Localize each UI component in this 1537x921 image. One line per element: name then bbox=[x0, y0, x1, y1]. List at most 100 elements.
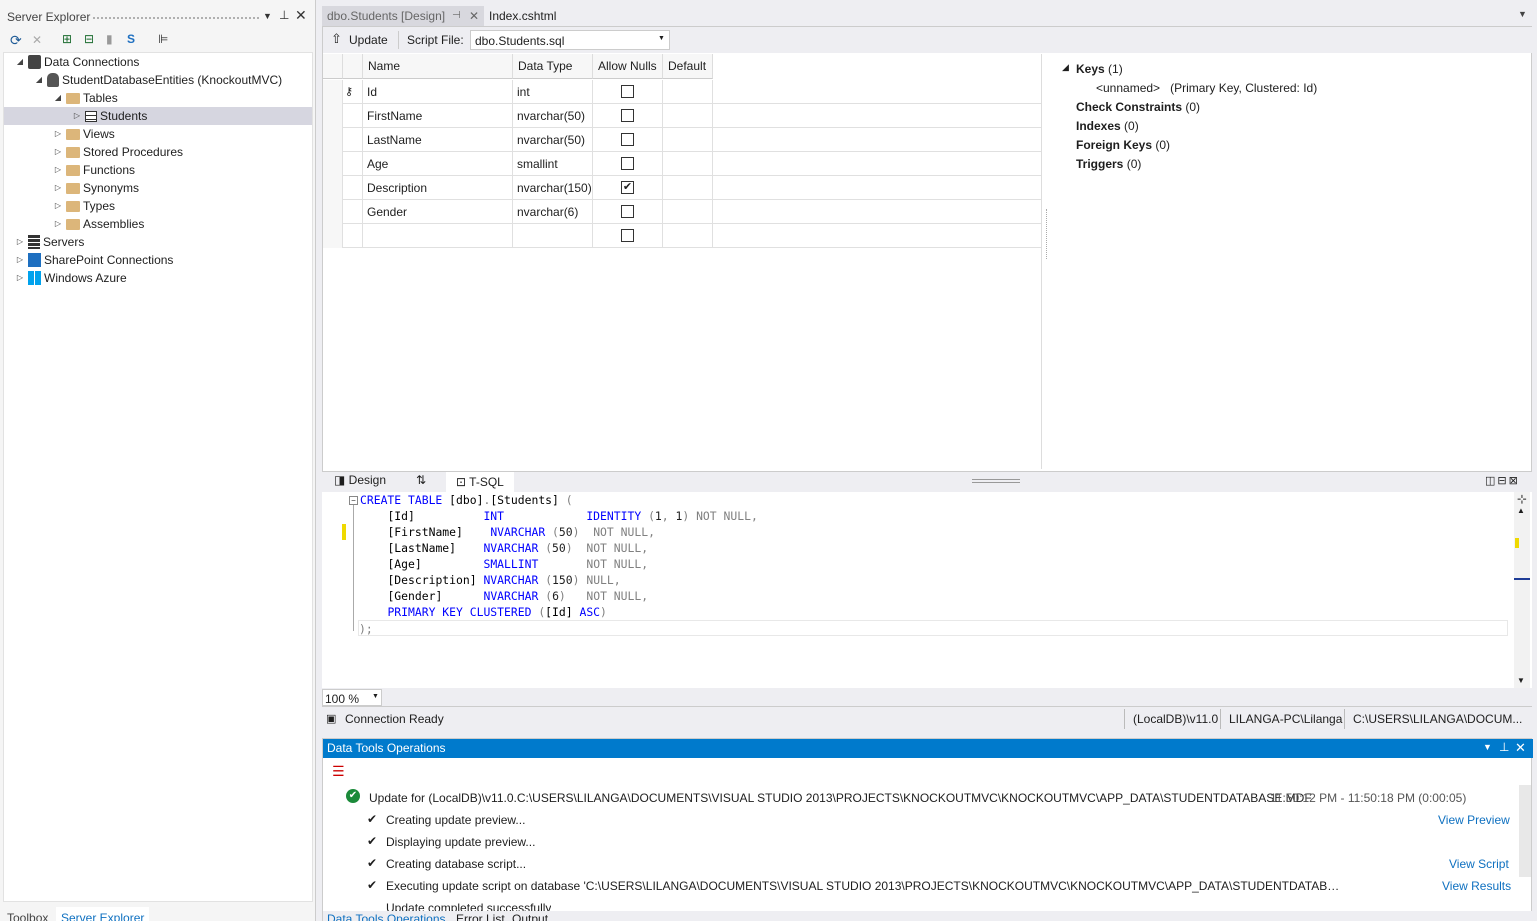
close-icon[interactable]: ✕ bbox=[295, 7, 307, 23]
allow-nulls-checkbox[interactable] bbox=[621, 109, 634, 122]
zoom-select[interactable]: 100 % ▼ bbox=[322, 689, 382, 706]
vertical-scrollbar[interactable]: ⊹ ▲ ▼ bbox=[1514, 492, 1530, 688]
column-name-cell[interactable] bbox=[363, 224, 513, 248]
splitter-grip[interactable] bbox=[1046, 209, 1048, 259]
chevron-down-icon[interactable]: ▼ bbox=[658, 35, 665, 42]
tab-design[interactable]: ◨ Design bbox=[334, 473, 386, 487]
row-selector[interactable] bbox=[323, 152, 343, 176]
default-cell[interactable] bbox=[663, 152, 713, 176]
tree-node-servers[interactable]: ▷ Servers bbox=[14, 233, 84, 251]
data-type-cell[interactable]: int bbox=[513, 80, 593, 104]
scroll-up-icon[interactable]: ▲ bbox=[1517, 506, 1525, 515]
tree-node-stored-procedures[interactable]: ▷ Stored Procedures bbox=[52, 143, 183, 161]
tree-node-student-database[interactable]: ◢ StudentDatabaseEntities (KnockoutMVC) bbox=[33, 71, 303, 89]
column-header[interactable]: Name bbox=[363, 54, 513, 79]
properties-icon[interactable]: ⊫ bbox=[158, 31, 168, 47]
drag-grip[interactable] bbox=[92, 16, 260, 21]
table-row[interactable]: Age smallint bbox=[323, 152, 1041, 176]
connect-server-icon[interactable]: ⊟ bbox=[84, 31, 94, 47]
pane-splitter[interactable] bbox=[972, 479, 1020, 483]
tree-node-synonyms[interactable]: ▷ Synonyms bbox=[52, 179, 139, 197]
table-row[interactable] bbox=[323, 224, 1041, 248]
view-results-link[interactable]: View Results bbox=[1442, 879, 1511, 893]
tab-dropdown-icon[interactable]: ▼ bbox=[1518, 9, 1527, 19]
close-icon[interactable]: ✕ bbox=[1515, 740, 1526, 756]
allow-nulls-checkbox[interactable] bbox=[621, 205, 634, 218]
default-cell[interactable] bbox=[663, 104, 713, 128]
filter-icon[interactable]: ▮ bbox=[106, 31, 113, 47]
script-file-select[interactable]: dbo.Students.sql ▼ bbox=[470, 30, 670, 50]
connect-database-icon[interactable]: ⊞ bbox=[62, 31, 72, 47]
indexes-label[interactable]: Indexes bbox=[1076, 119, 1121, 133]
swap-panes-icon[interactable]: ⇅ bbox=[416, 473, 426, 487]
tab-index-cshtml[interactable]: Index.cshtml bbox=[484, 6, 561, 26]
tree-node-views[interactable]: ▷ Views bbox=[52, 125, 115, 143]
check-constraints-label[interactable]: Check Constraints bbox=[1076, 100, 1182, 114]
data-type-cell[interactable]: smallint bbox=[513, 152, 593, 176]
column-name-cell[interactable]: Gender bbox=[363, 200, 513, 224]
allow-nulls-checkbox[interactable]: ✔ bbox=[621, 181, 634, 194]
column-name-cell[interactable]: Age bbox=[363, 152, 513, 176]
row-selector[interactable] bbox=[323, 176, 343, 200]
data-type-cell[interactable] bbox=[513, 224, 593, 248]
collapse-icon[interactable]: ◢ bbox=[52, 89, 64, 107]
pane-layout-icons[interactable]: ◫⊟⊠ bbox=[1485, 474, 1520, 487]
tree-node-data-connections[interactable]: ◢ Data Connections bbox=[14, 53, 304, 71]
expand-icon[interactable]: ▷ bbox=[14, 251, 26, 269]
update-button[interactable]: Update bbox=[349, 33, 388, 47]
pin-icon[interactable]: ⊥ bbox=[1499, 740, 1509, 754]
row-selector[interactable] bbox=[323, 104, 343, 128]
tab-toolbox[interactable]: Toolbox bbox=[7, 911, 48, 921]
split-icon[interactable]: ⊹ bbox=[1517, 492, 1527, 506]
table-row[interactable]: ⚷ Id int bbox=[323, 80, 1041, 104]
key-unnamed[interactable]: <unnamed> bbox=[1096, 81, 1160, 95]
tsql-editor[interactable]: − CREATE TABLE [dbo].[Students] ( [Id] I… bbox=[322, 492, 1532, 688]
pin-icon[interactable]: ⊥ bbox=[279, 7, 289, 23]
tree-node-assemblies[interactable]: ▷ Assemblies bbox=[52, 215, 144, 233]
allow-nulls-checkbox[interactable] bbox=[621, 133, 634, 146]
column-name-cell[interactable]: FirstName bbox=[363, 104, 513, 128]
vertical-scrollbar[interactable] bbox=[1519, 785, 1531, 877]
column-name-cell[interactable]: Id bbox=[363, 80, 513, 104]
data-type-cell[interactable]: nvarchar(6) bbox=[513, 200, 593, 224]
column-header[interactable]: Allow Nulls bbox=[593, 54, 663, 79]
view-script-link[interactable]: View Script bbox=[1449, 857, 1509, 871]
table-row[interactable]: Description nvarchar(150) ✔ bbox=[323, 176, 1041, 200]
tree-node-types[interactable]: ▷ Types bbox=[52, 197, 115, 215]
sharepoint-icon[interactable]: S bbox=[127, 31, 135, 47]
expand-icon[interactable]: ▷ bbox=[52, 197, 64, 215]
tree-node-sharepoint[interactable]: ▷ SharePoint Connections bbox=[14, 251, 173, 269]
clear-list-icon[interactable]: ☰ bbox=[332, 763, 345, 780]
expand-icon[interactable]: ▷ bbox=[14, 269, 26, 287]
column-name-cell[interactable]: Description bbox=[363, 176, 513, 200]
data-type-cell[interactable]: nvarchar(150) bbox=[513, 176, 593, 200]
column-header[interactable]: Data Type bbox=[513, 54, 593, 79]
row-selector[interactable] bbox=[323, 200, 343, 224]
data-type-cell[interactable]: nvarchar(50) bbox=[513, 128, 593, 152]
collapse-icon[interactable]: ◢ bbox=[33, 71, 45, 89]
table-row[interactable]: FirstName nvarchar(50) bbox=[323, 104, 1041, 128]
collapse-region-icon[interactable]: − bbox=[349, 496, 358, 505]
expand-icon[interactable]: ▷ bbox=[52, 125, 64, 143]
default-cell[interactable] bbox=[663, 176, 713, 200]
default-cell[interactable] bbox=[663, 80, 713, 104]
table-row[interactable]: Gender nvarchar(6) bbox=[323, 200, 1041, 224]
foreign-keys-label[interactable]: Foreign Keys bbox=[1076, 138, 1152, 152]
data-type-cell[interactable]: nvarchar(50) bbox=[513, 104, 593, 128]
expand-icon[interactable]: ▷ bbox=[52, 143, 64, 161]
refresh-icon[interactable]: ⟳ bbox=[10, 32, 22, 48]
column-header[interactable]: Default bbox=[663, 54, 713, 79]
allow-nulls-checkbox[interactable] bbox=[621, 157, 634, 170]
default-cell[interactable] bbox=[663, 200, 713, 224]
row-selector[interactable] bbox=[323, 224, 343, 248]
scroll-down-icon[interactable]: ▼ bbox=[1517, 676, 1525, 685]
tree-node-tables[interactable]: ◢ Tables bbox=[52, 89, 302, 107]
expand-icon[interactable]: ▷ bbox=[52, 161, 64, 179]
expand-icon[interactable]: ▷ bbox=[52, 179, 64, 197]
collapse-icon[interactable]: ◢ bbox=[14, 53, 26, 71]
tab-data-tools-operations[interactable]: Data Tools Operations bbox=[327, 912, 446, 921]
allow-nulls-checkbox[interactable] bbox=[621, 85, 634, 98]
tree-node-functions[interactable]: ▷ Functions bbox=[52, 161, 135, 179]
triggers-label[interactable]: Triggers bbox=[1076, 157, 1123, 171]
close-icon[interactable]: ✕ bbox=[469, 6, 479, 26]
